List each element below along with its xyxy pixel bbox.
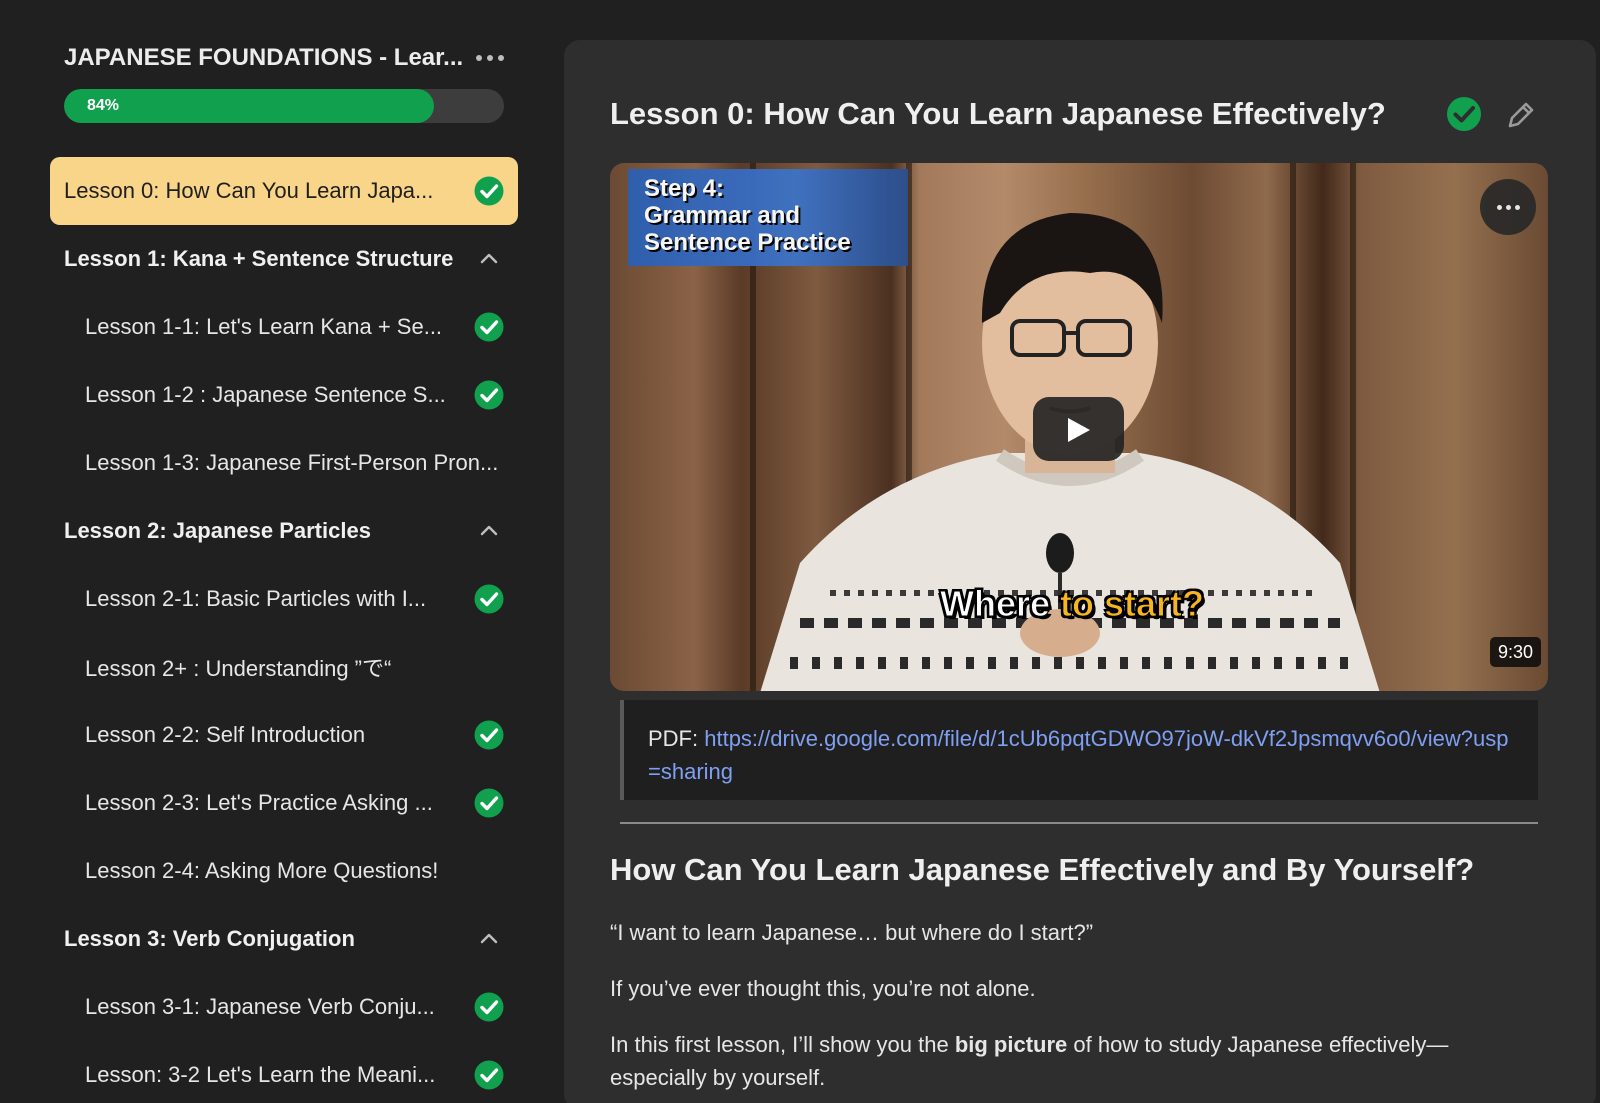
- caption-white: Where: [939, 583, 1061, 625]
- sidebar-section[interactable]: Lesson 3: Verb Conjugation: [50, 905, 518, 973]
- divider: [620, 822, 1538, 824]
- sidebar-item-label: Lesson 0: How Can You Learn Japa...: [64, 178, 434, 203]
- pencil-icon[interactable]: [1504, 98, 1538, 132]
- chevron-up-icon[interactable]: [479, 521, 499, 541]
- sidebar-item-label: Lesson 1-3: Japanese First-Person Pron..…: [85, 450, 499, 475]
- check-circle-icon: [474, 312, 504, 342]
- check-circle-icon: [474, 380, 504, 410]
- sidebar-item-label: Lesson 1-1: Let's Learn Kana + Se...: [85, 314, 443, 339]
- chevron-up-icon[interactable]: [479, 929, 499, 949]
- course-progress-bar: 84%: [64, 89, 504, 123]
- course-header: JAPANESE FOUNDATIONS - Lear...: [64, 44, 504, 76]
- play-icon: [1068, 418, 1090, 442]
- course-title: JAPANESE FOUNDATIONS - Lear...: [64, 44, 464, 71]
- sidebar-item-lesson[interactable]: Lesson 2-3: Let's Practice Asking ...: [50, 769, 518, 837]
- sidebar-item-lesson[interactable]: Lesson 1-2 : Japanese Sentence S...: [50, 361, 518, 429]
- sidebar-item-label: Lesson 2+ : Understanding ”で“: [85, 656, 392, 681]
- paragraph-bold: big picture: [954, 1032, 1068, 1057]
- pdf-quote: PDF: https://drive.google.com/file/d/1cU…: [620, 700, 1538, 800]
- step-line: Grammar and: [644, 202, 801, 229]
- paragraph: In this first lesson, I’ll show you the …: [610, 1032, 1448, 1058]
- caption-yellow: to start?: [1060, 583, 1205, 625]
- sidebar: JAPANESE FOUNDATIONS - Lear... 84% Lesso…: [0, 0, 540, 1103]
- pdf-link[interactable]: https://drive.google.com/file/d/1cUb6pqt…: [648, 726, 1508, 784]
- sidebar-item-lesson[interactable]: Lesson 1-1: Let's Learn Kana + Se...: [50, 293, 518, 361]
- check-circle-icon: [474, 788, 504, 818]
- sidebar-item-lesson[interactable]: Lesson 1-3: Japanese First-Person Pron..…: [50, 429, 518, 497]
- lesson-content: Lesson 0: How Can You Learn Japanese Eff…: [564, 40, 1596, 1103]
- play-button[interactable]: [1033, 397, 1124, 461]
- sidebar-item-label: Lesson: 3-2 Let's Learn the Meani...: [85, 1062, 436, 1087]
- sidebar-item-label: Lesson 3-1: Japanese Verb Conju...: [85, 994, 435, 1019]
- chevron-up-icon[interactable]: [479, 249, 499, 269]
- sidebar-item-label: Lesson 2: Japanese Particles: [64, 518, 371, 543]
- sidebar-item-lesson[interactable]: Lesson 2-1: Basic Particles with I...: [50, 565, 518, 633]
- lesson-nav: Lesson 0: How Can You Learn Japa... Lesso…: [50, 157, 518, 1103]
- check-circle-icon: [474, 584, 504, 614]
- video-duration: 9:30: [1490, 637, 1542, 667]
- paragraph-text: In this first lesson, I’ll show you the: [610, 1032, 955, 1057]
- sidebar-item-lesson[interactable]: Lesson 3-1: Japanese Verb Conju...: [50, 973, 518, 1041]
- progress-label: 84%: [87, 97, 120, 114]
- video-more-icon[interactable]: [1480, 179, 1536, 235]
- section-heading: How Can You Learn Japanese Effectively a…: [610, 852, 1475, 887]
- paragraph-text: of how to study Japanese effectively—: [1067, 1032, 1449, 1057]
- check-circle-icon: [474, 1060, 504, 1090]
- sidebar-item-label: Lesson 3: Verb Conjugation: [64, 926, 355, 951]
- sidebar-item-label: Lesson 2-1: Basic Particles with I...: [85, 586, 427, 611]
- lesson-title: Lesson 0: How Can You Learn Japanese Eff…: [610, 96, 1386, 131]
- progress-fill: [64, 89, 434, 123]
- paragraph: “I want to learn Japanese… but where do …: [610, 920, 1094, 945]
- sidebar-item-label: Lesson 1-2 : Japanese Sentence S...: [85, 382, 446, 407]
- sidebar-item-label: Lesson 2-2: Self Introduction: [85, 722, 366, 747]
- step-banner: Step 4: Grammar and Sentence Practice: [628, 169, 908, 266]
- paragraph: If you’ve ever thought this, you’re not …: [610, 976, 1036, 1001]
- course-more-icon[interactable]: [476, 48, 504, 68]
- pdf-prefix: PDF:: [648, 726, 705, 751]
- sidebar-item-lesson[interactable]: Lesson 2-2: Self Introduction: [50, 701, 518, 769]
- check-circle-icon: [474, 992, 504, 1022]
- step-line: Sentence Practice: [644, 229, 851, 256]
- sidebar-section[interactable]: Lesson 1: Kana + Sentence Structure: [50, 225, 518, 293]
- sidebar-item-lesson[interactable]: Lesson 2-4: Asking More Questions!: [50, 837, 518, 905]
- sidebar-item-lesson[interactable]: Lesson: 3-2 Let's Learn the Meani...: [50, 1041, 518, 1103]
- check-circle-icon[interactable]: [1446, 96, 1482, 132]
- sidebar-item-lesson[interactable]: Lesson 2+ : Understanding ”で“: [50, 633, 518, 701]
- check-circle-icon: [474, 176, 504, 206]
- sidebar-item-label: Lesson 2-4: Asking More Questions!: [85, 858, 439, 883]
- check-circle-icon: [474, 720, 504, 750]
- step-line: Step 4:: [644, 175, 725, 202]
- sidebar-section[interactable]: Lesson 2: Japanese Particles: [50, 497, 518, 565]
- sidebar-item-active[interactable]: Lesson 0: How Can You Learn Japa...: [50, 157, 518, 225]
- video-caption: Where to start?: [939, 583, 1205, 625]
- sidebar-item-label: Lesson 1: Kana + Sentence Structure: [64, 246, 454, 271]
- sidebar-item-label: Lesson 2-3: Let's Practice Asking ...: [85, 790, 433, 815]
- video-player[interactable]: Step 4: Grammar and Sentence Practice Wh…: [610, 163, 1548, 691]
- paragraph: especially by yourself.: [610, 1065, 826, 1090]
